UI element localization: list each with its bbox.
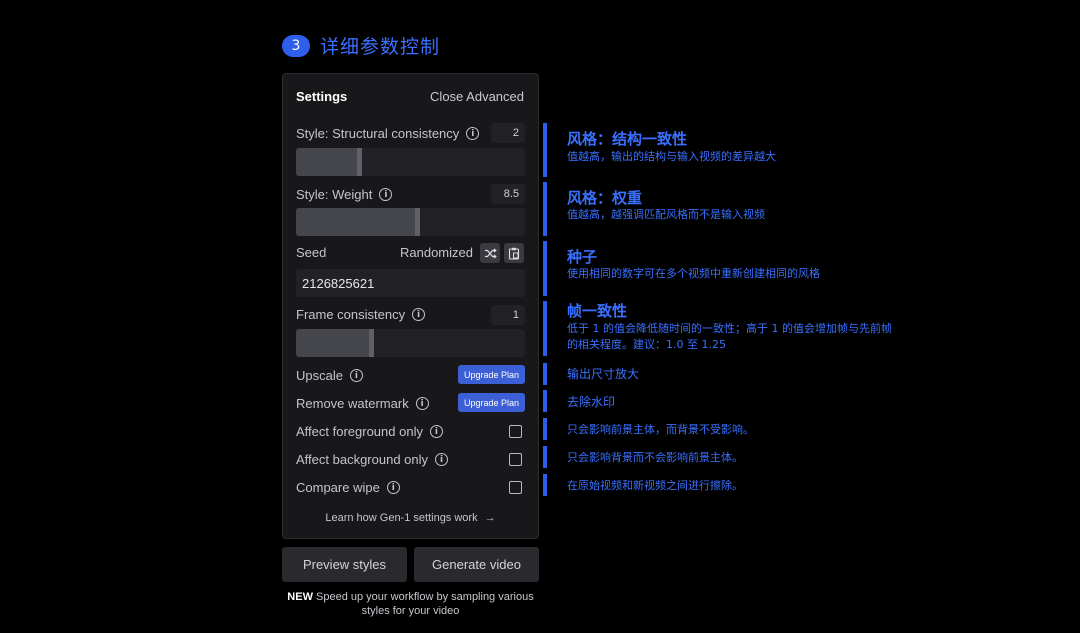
annotation-compare: 在原始视频和新视频之间进行擦除。 [567,479,743,492]
annotation-weight-title: 风格：权重 [567,189,643,207]
annotation-bar [543,474,547,496]
info-icon[interactable]: i [349,369,363,382]
frame-consistency-value[interactable]: 1 [491,305,525,325]
affect-background-checkbox[interactable] [509,453,522,466]
settings-panel: Settings Close Advanced Style: Structura… [282,73,539,539]
annotation-background: 只会影响背景而不会影响前景主体。 [567,451,743,464]
info-icon[interactable]: i [386,481,400,494]
structural-consistency-label: Style: Structural consistency [296,126,460,141]
step-title: 详细参数控制 [320,36,441,58]
new-badge: NEW [287,591,313,603]
structural-consistency-slider[interactable] [296,148,525,176]
annotation-weight-desc: 值越高，越强调匹配风格而不是输入视频 [567,208,765,221]
slider-handle[interactable] [357,148,363,176]
generate-video-button[interactable]: Generate video [414,547,539,582]
annotation-seed-title: 种子 [567,248,598,266]
compare-wipe-checkbox[interactable] [509,481,522,494]
annotation-upscale: 输出尺寸放大 [567,367,640,381]
promo-text: NEW Speed up your workflow by sampling v… [282,590,539,618]
annotation-structural-desc: 值越高，输出的结构与输入视频的差异越大 [567,150,776,163]
learn-settings-link[interactable]: Learn how Gen-1 settings work → [283,512,538,524]
annotation-bar [543,363,547,385]
info-icon[interactable]: i [435,453,449,466]
affect-foreground-checkbox[interactable] [509,425,522,438]
style-weight-value[interactable]: 8.5 [491,184,525,204]
remove-watermark-label-row: Remove watermark i [296,396,429,411]
annotation-bar [543,390,547,412]
annotation-bar [543,301,547,356]
info-icon[interactable]: i [379,188,393,201]
promo-line-2: styles for your video [361,605,460,617]
structural-consistency-label-row: Style: Structural consistency i [296,126,480,141]
annotation-bar [543,418,547,440]
annotation-frame-desc-1: 低于 1 的值会降低随时间的一致性；高于 1 的值会增加帧与先前帧 [567,322,892,335]
annotation-frame-title: 帧一致性 [567,302,628,320]
upscale-label-row: Upscale i [296,368,363,383]
paste-seed-button[interactable] [504,243,524,263]
annotation-frame-desc-2: 的相关程度。建议：1.0 至 1.25 [567,338,726,351]
randomized-label: Randomized [400,245,473,260]
arrow-right-icon: → [484,512,496,524]
slider-handle[interactable] [368,329,374,357]
shuffle-icon [484,248,497,258]
affect-background-label: Affect background only [296,452,429,467]
annotation-watermark: 去除水印 [567,395,616,409]
annotation-bar [543,182,547,236]
info-icon[interactable]: i [429,425,443,438]
close-advanced-link[interactable]: Close Advanced [430,89,524,104]
slider-fill [296,329,374,357]
remove-watermark-upgrade-button[interactable]: Upgrade Plan [458,393,525,412]
structural-consistency-value[interactable]: 2 [491,123,525,143]
info-icon[interactable]: i [466,127,480,140]
frame-consistency-label: Frame consistency [296,307,406,322]
step-number-badge: 3 [282,34,310,57]
upscale-upgrade-button[interactable]: Upgrade Plan [458,365,525,384]
compare-wipe-label-row: Compare wipe i [296,480,400,495]
remove-watermark-label: Remove watermark [296,396,409,411]
shuffle-seed-button[interactable] [480,243,500,263]
annotation-bar [543,241,547,296]
slider-fill [296,208,420,236]
seed-label: Seed [296,245,327,260]
slider-fill [296,148,363,176]
frame-consistency-label-row: Frame consistency i [296,307,426,322]
affect-foreground-label-row: Affect foreground only i [296,424,443,439]
style-weight-label-row: Style: Weight i [296,187,393,202]
style-weight-slider[interactable] [296,208,525,236]
upscale-label: Upscale [296,368,343,383]
annotation-seed-desc: 使用相同的数字可在多个视频中重新创建相同的风格 [567,267,820,280]
promo-line-1: Speed up your workflow by sampling vario… [316,591,534,603]
seed-input[interactable]: 2126825621 [296,269,525,297]
annotation-structural-title: 风格：结构一致性 [567,130,688,148]
annotation-bar [543,123,547,177]
compare-wipe-label: Compare wipe [296,480,380,495]
affect-background-label-row: Affect background only i [296,452,449,467]
annotation-bar [543,446,547,468]
slider-handle[interactable] [414,208,420,236]
annotation-foreground: 只会影响前景主体，而背景不受影响。 [567,423,754,436]
info-icon[interactable]: i [412,308,426,321]
settings-title: Settings [296,89,348,104]
clipboard-icon [508,247,520,260]
learn-settings-text: Learn how Gen-1 settings work [325,512,478,524]
style-weight-label: Style: Weight [296,187,373,202]
preview-styles-button[interactable]: Preview styles [282,547,407,582]
affect-foreground-label: Affect foreground only [296,424,423,439]
info-icon[interactable]: i [415,397,429,410]
step-header: 3 详细参数控制 [282,32,440,59]
frame-consistency-slider[interactable] [296,329,525,357]
